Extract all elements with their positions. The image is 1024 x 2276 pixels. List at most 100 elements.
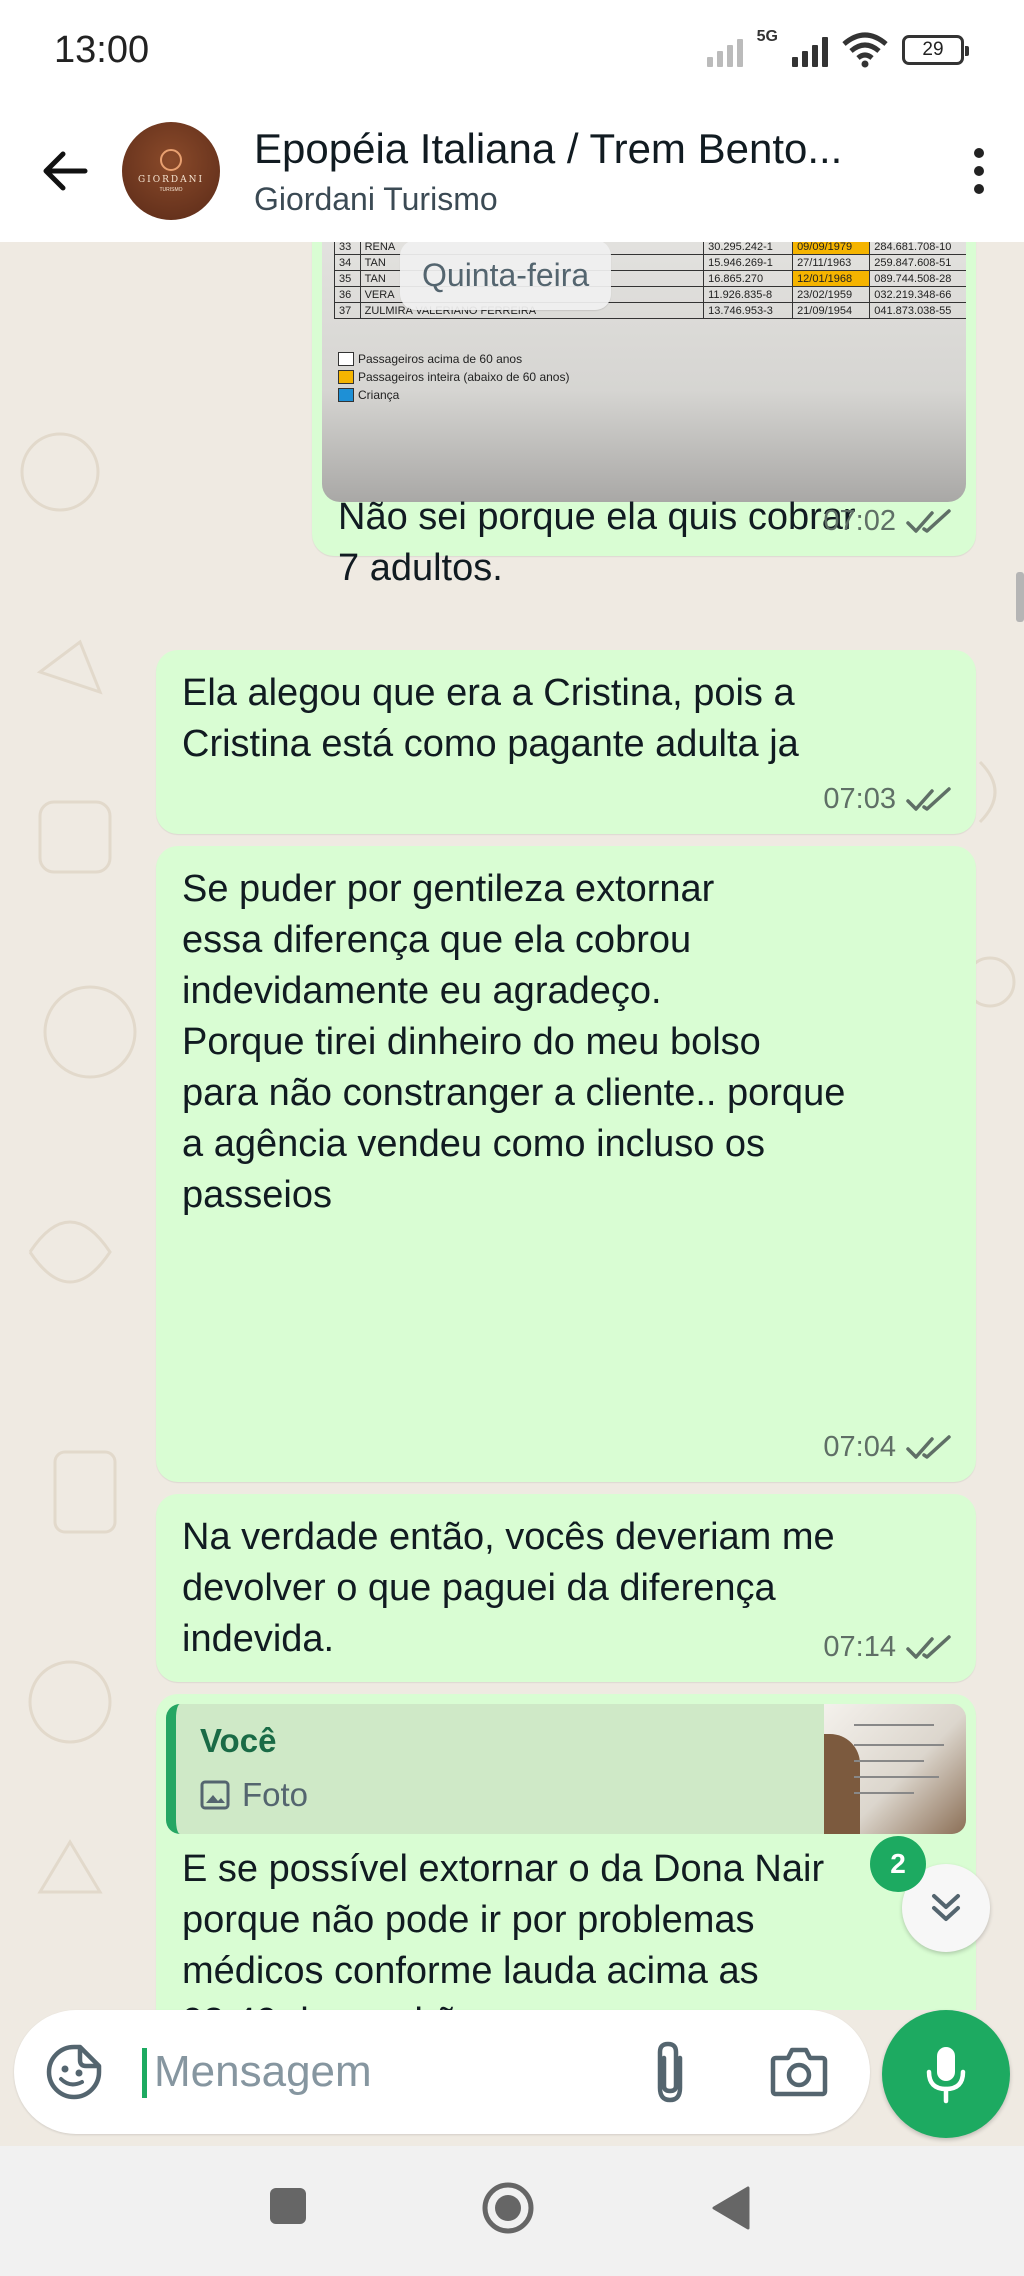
message-input[interactable]: [154, 2040, 634, 2104]
photo-icon: [200, 1780, 230, 1810]
photo-table-cell: 36: [334, 286, 361, 303]
chat-header: GIORDANI TURISMO Epopéia Italiana / Trem…: [0, 100, 1024, 242]
photo-legend-item: Passageiros acima de 60 anos: [338, 350, 569, 368]
message-composer: [14, 2010, 870, 2134]
chat-title-block[interactable]: Epopéia Italiana / Trem Bento... Giordan…: [254, 125, 944, 218]
status-time: 13:00: [54, 28, 150, 71]
outgoing-message[interactable]: Se puder por gentileza extornar essa dif…: [156, 846, 976, 1482]
avatar-logo-subtext: TURISMO: [159, 187, 183, 193]
photo-legend-item: Criança: [338, 386, 569, 404]
scrollbar-thumb[interactable]: [1016, 572, 1024, 622]
recents-button[interactable]: [268, 2186, 308, 2231]
photo-table-cell: 284.681.708-10: [869, 242, 966, 255]
status-icons: 5G 29: [706, 28, 969, 68]
legend-swatch: [338, 352, 354, 366]
signal-weak-icon: [706, 33, 743, 67]
message-meta: 07:03: [823, 783, 952, 816]
text-cursor: [142, 2048, 147, 2098]
thumbnail-line: [854, 1744, 944, 1746]
double-check-icon: [906, 1634, 951, 1659]
chat-title: Epopéia Italiana / Trem Bento...: [254, 124, 843, 172]
photo-table-cell: 27/11/1963: [792, 254, 871, 271]
battery-level: 29: [922, 39, 944, 60]
quote-kind-label: Foto: [242, 1776, 309, 1813]
emoji-sticker-button[interactable]: [44, 2042, 104, 2107]
message-text: Se puder por gentileza extornar essa dif…: [182, 868, 846, 1216]
home-button[interactable]: [480, 2180, 536, 2241]
outgoing-message[interactable]: Ela alegou que era a Cristina, pois a Cr…: [156, 650, 976, 834]
voice-message-button[interactable]: [882, 2010, 1010, 2138]
reply-quote[interactable]: Você Foto: [166, 1704, 966, 1834]
square-icon: [270, 2188, 306, 2224]
logo-sun-icon: [160, 149, 182, 171]
photo-table-cell: 13.746.953-3: [703, 302, 794, 319]
legend-swatch: [338, 388, 354, 402]
sticker-smiley-icon: [46, 2044, 102, 2100]
message-time: 07:04: [823, 1431, 896, 1463]
double-check-icon: [906, 786, 951, 811]
thumbnail-hand: [824, 1734, 860, 1834]
message-time: 07:03: [823, 783, 896, 815]
more-options-button[interactable]: [944, 100, 1014, 242]
thumbnail-line: [854, 1760, 924, 1762]
message-text: Não sei porque ela quis cobrar 7 adultos…: [338, 496, 856, 589]
paperclip-icon: [657, 2041, 683, 2103]
double-check-icon: [906, 1434, 951, 1459]
photo-table-cell: 23/02/1959: [792, 286, 871, 303]
double-check-icon: [906, 508, 951, 533]
legend-label: Passageiros acima de 60 anos: [358, 352, 523, 366]
thumbnail-line: [854, 1724, 934, 1726]
thumbnail-line: [854, 1792, 914, 1794]
message-text: Ela alegou que era a Cristina, pois a Cr…: [182, 672, 799, 765]
network-type: 5G: [756, 28, 778, 45]
avatar[interactable]: GIORDANI TURISMO: [122, 122, 220, 220]
photo-table-cell: 259.847.608-51: [869, 254, 966, 271]
back-button[interactable]: [20, 100, 110, 242]
signal-icon: [792, 33, 828, 67]
photo-table-cell: 34: [334, 254, 361, 271]
back-nav-button[interactable]: [710, 2186, 750, 2235]
system-nav-bar: [0, 2146, 1024, 2276]
photo-table-cell: 09/09/1979: [792, 242, 871, 255]
message-text: E se possível extornar o da Dona Nair po…: [182, 1848, 825, 2010]
photo-table-cell: 21/09/1954: [792, 302, 871, 319]
legend-label: Criança: [358, 388, 400, 402]
wifi-icon: [842, 32, 888, 68]
message-list[interactable]: 32PATRICIA DE FREITAS CABRAL TORRES DE A…: [0, 242, 1024, 2010]
photo-table-cell: 12/01/1968: [792, 270, 871, 287]
triangle-back-icon: [712, 2186, 750, 2230]
status-bar: 13:00 5G 29: [0, 0, 1024, 100]
photo-table-cell: 37: [334, 302, 361, 319]
thumbnail-line: [854, 1776, 939, 1778]
photo-table-cell: 33: [334, 242, 361, 255]
camera-button[interactable]: [770, 2044, 828, 2103]
photo-table-cell: 16.865.270: [703, 270, 794, 287]
photo-legend: Passageiros acima de 60 anos Passageiros …: [338, 350, 569, 404]
outgoing-message[interactable]: Na verdade então, vocês deveriam me devo…: [156, 1494, 976, 1682]
photo-table-cell: 032.219.348-66: [869, 286, 966, 303]
quote-kind: Foto: [200, 1776, 308, 1814]
photo-table-cell: 35: [334, 270, 361, 287]
chat-subtitle: Giordani Turismo: [254, 180, 498, 217]
unread-count-badge: 2: [870, 1836, 926, 1892]
legend-swatch: [338, 370, 354, 384]
photo-table-cell: 11.926.835-8: [703, 286, 794, 303]
legend-label: Passageiros inteira (abaixo de 60 anos): [358, 370, 570, 384]
double-chevron-down-icon: [932, 1894, 960, 1921]
photo-table-cell: 041.873.038-55: [869, 302, 966, 319]
microphone-icon: [926, 2047, 966, 2104]
message-time: 07:02: [823, 505, 896, 537]
message-time: 07:14: [823, 1631, 896, 1663]
photo-legend-item: Passageiros inteira (abaixo de 60 anos): [338, 368, 569, 386]
photo-table-cell: 15.946.269-1: [703, 254, 794, 271]
message-meta: 07:04: [823, 1431, 952, 1464]
arrow-left-icon: [43, 151, 88, 191]
camera-icon: [770, 2047, 828, 2097]
photo-table-cell: 089.744.508-28: [869, 270, 966, 287]
quote-author: Você: [200, 1722, 277, 1759]
attach-button[interactable]: [650, 2038, 690, 2111]
avatar-logo-text: GIORDANI: [137, 175, 205, 185]
message-meta: 07:02: [823, 505, 952, 538]
battery-icon: 29: [902, 35, 969, 65]
outgoing-reply-message[interactable]: Você Foto E se possível extornar o da Do…: [156, 1694, 976, 2010]
